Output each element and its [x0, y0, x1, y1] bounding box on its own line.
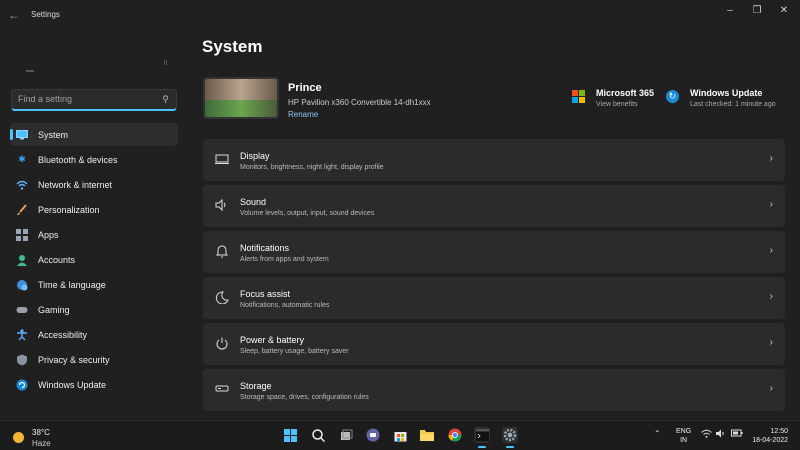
card-focus-assist[interactable]: Focus assist Notifications, automatic ru… — [203, 277, 785, 319]
ms365-subtitle: View benefits — [596, 101, 638, 108]
main-content: System Prince HP Pavilion x360 Convertib… — [202, 30, 792, 420]
refresh-icon: ↻ — [666, 90, 679, 103]
chevron-right-icon: › — [769, 291, 773, 302]
maximize-button[interactable]: ❐ — [743, 4, 771, 18]
task-view-icon[interactable] — [338, 427, 354, 443]
card-power-battery[interactable]: Power & battery Sleep, battery usage, ba… — [203, 323, 785, 365]
sidebar-item-privacy[interactable]: Privacy & security — [10, 348, 178, 371]
device-wallpaper-thumbnail — [203, 77, 279, 119]
card-notifications[interactable]: Notifications Alerts from apps and syste… — [203, 231, 785, 273]
chevron-right-icon: › — [769, 199, 773, 210]
monitor-icon — [16, 129, 28, 141]
sidebar-item-network[interactable]: Network & internet — [10, 173, 178, 196]
weather-temperature: 38°C — [32, 428, 50, 437]
update-icon — [16, 379, 28, 391]
person-icon — [16, 254, 28, 266]
globe-clock-icon — [16, 279, 28, 291]
search-box[interactable]: ⚲ — [11, 89, 177, 111]
language-indicator[interactable]: ENG IN — [676, 427, 691, 445]
chevron-right-icon: › — [769, 245, 773, 256]
brush-icon — [16, 203, 28, 216]
volume-tray-icon[interactable] — [716, 429, 726, 440]
app-title: Settings — [31, 10, 60, 19]
taskbar: 38°C Haze ⌃ ENG IN 12:50 18-04-2022 — [0, 420, 800, 450]
sidebar-item-apps[interactable]: Apps — [10, 223, 178, 246]
windows-update-subtitle: Last checked: 1 minute ago — [690, 101, 776, 108]
sidebar-item-bluetooth[interactable]: ✱ Bluetooth & devices — [10, 148, 178, 171]
device-name: Prince — [288, 82, 322, 94]
wifi-icon — [16, 179, 28, 191]
chevron-right-icon: › — [769, 153, 773, 164]
battery-tray-icon[interactable] — [731, 429, 743, 439]
sidebar-item-windows-update[interactable]: Windows Update — [10, 373, 178, 396]
back-arrow-icon[interactable]: ← — [8, 8, 22, 22]
microsoft-logo-icon — [572, 90, 585, 103]
sun-haze-icon — [13, 432, 24, 443]
bluetooth-icon: ✱ — [18, 154, 26, 164]
sidebar-item-time-language[interactable]: Time & language — [10, 273, 178, 296]
moon-icon — [215, 291, 229, 305]
storage-icon — [215, 383, 229, 397]
title-bar: ← Settings – ❐ ✕ — [0, 0, 800, 30]
sidebar-item-accessibility[interactable]: Accessibility — [10, 323, 178, 346]
search-input[interactable] — [18, 94, 148, 104]
apps-grid-icon — [16, 228, 28, 241]
card-sound[interactable]: Sound Volume levels, output, input, soun… — [203, 185, 785, 227]
chrome-icon[interactable] — [447, 427, 463, 443]
sidebar-item-personalization[interactable]: Personalization — [10, 198, 178, 221]
weather-condition: Haze — [32, 439, 51, 448]
settings-cards: Display Monitors, brightness, night ligh… — [203, 139, 785, 415]
rename-link[interactable]: Rename — [288, 110, 318, 119]
terminal-app-icon[interactable] — [474, 427, 490, 448]
accessibility-icon — [16, 328, 28, 341]
system-clock[interactable]: 12:50 18-04-2022 — [748, 427, 788, 445]
profile-placeholder — [26, 70, 34, 72]
search-icon[interactable]: ⚲ — [162, 94, 169, 105]
windows-update-title: Windows Update — [690, 88, 763, 98]
chevron-right-icon: › — [769, 337, 773, 348]
search-taskbar-icon[interactable] — [310, 427, 326, 443]
card-display[interactable]: Display Monitors, brightness, night ligh… — [203, 139, 785, 181]
minimize-button[interactable]: – — [716, 4, 744, 18]
start-button[interactable] — [282, 427, 298, 443]
speaker-icon — [215, 198, 229, 213]
sidebar-nav: System ✱ Bluetooth & devices Network & i… — [10, 123, 178, 398]
sidebar-item-accounts[interactable]: Accounts — [10, 248, 178, 271]
wifi-tray-icon[interactable] — [701, 429, 712, 440]
shield-icon — [16, 354, 28, 366]
gamepad-icon — [16, 304, 28, 316]
close-button[interactable]: ✕ — [770, 4, 798, 18]
sidebar-item-gaming[interactable]: Gaming — [10, 298, 178, 321]
card-storage[interactable]: Storage Storage space, drives, configura… — [203, 369, 785, 411]
profile-placeholder-mark — [164, 60, 167, 65]
teams-chat-icon[interactable] — [365, 427, 381, 443]
display-icon — [215, 153, 229, 167]
device-model: HP Pavilion x360 Convertible 14-dh1xxx — [288, 98, 431, 107]
page-title: System — [202, 37, 263, 56]
chevron-up-icon[interactable]: ⌃ — [654, 429, 661, 438]
sidebar: ⚲ System ✱ Bluetooth & devices Network &… — [0, 30, 190, 420]
chevron-right-icon: › — [769, 383, 773, 394]
bell-icon — [215, 245, 229, 259]
settings-gear-icon[interactable] — [502, 427, 518, 448]
sidebar-item-system[interactable]: System — [10, 123, 178, 146]
ms365-title: Microsoft 365 — [596, 88, 655, 98]
file-explorer-icon[interactable] — [419, 427, 435, 443]
power-icon — [215, 337, 229, 351]
microsoft-store-icon[interactable] — [392, 427, 408, 443]
